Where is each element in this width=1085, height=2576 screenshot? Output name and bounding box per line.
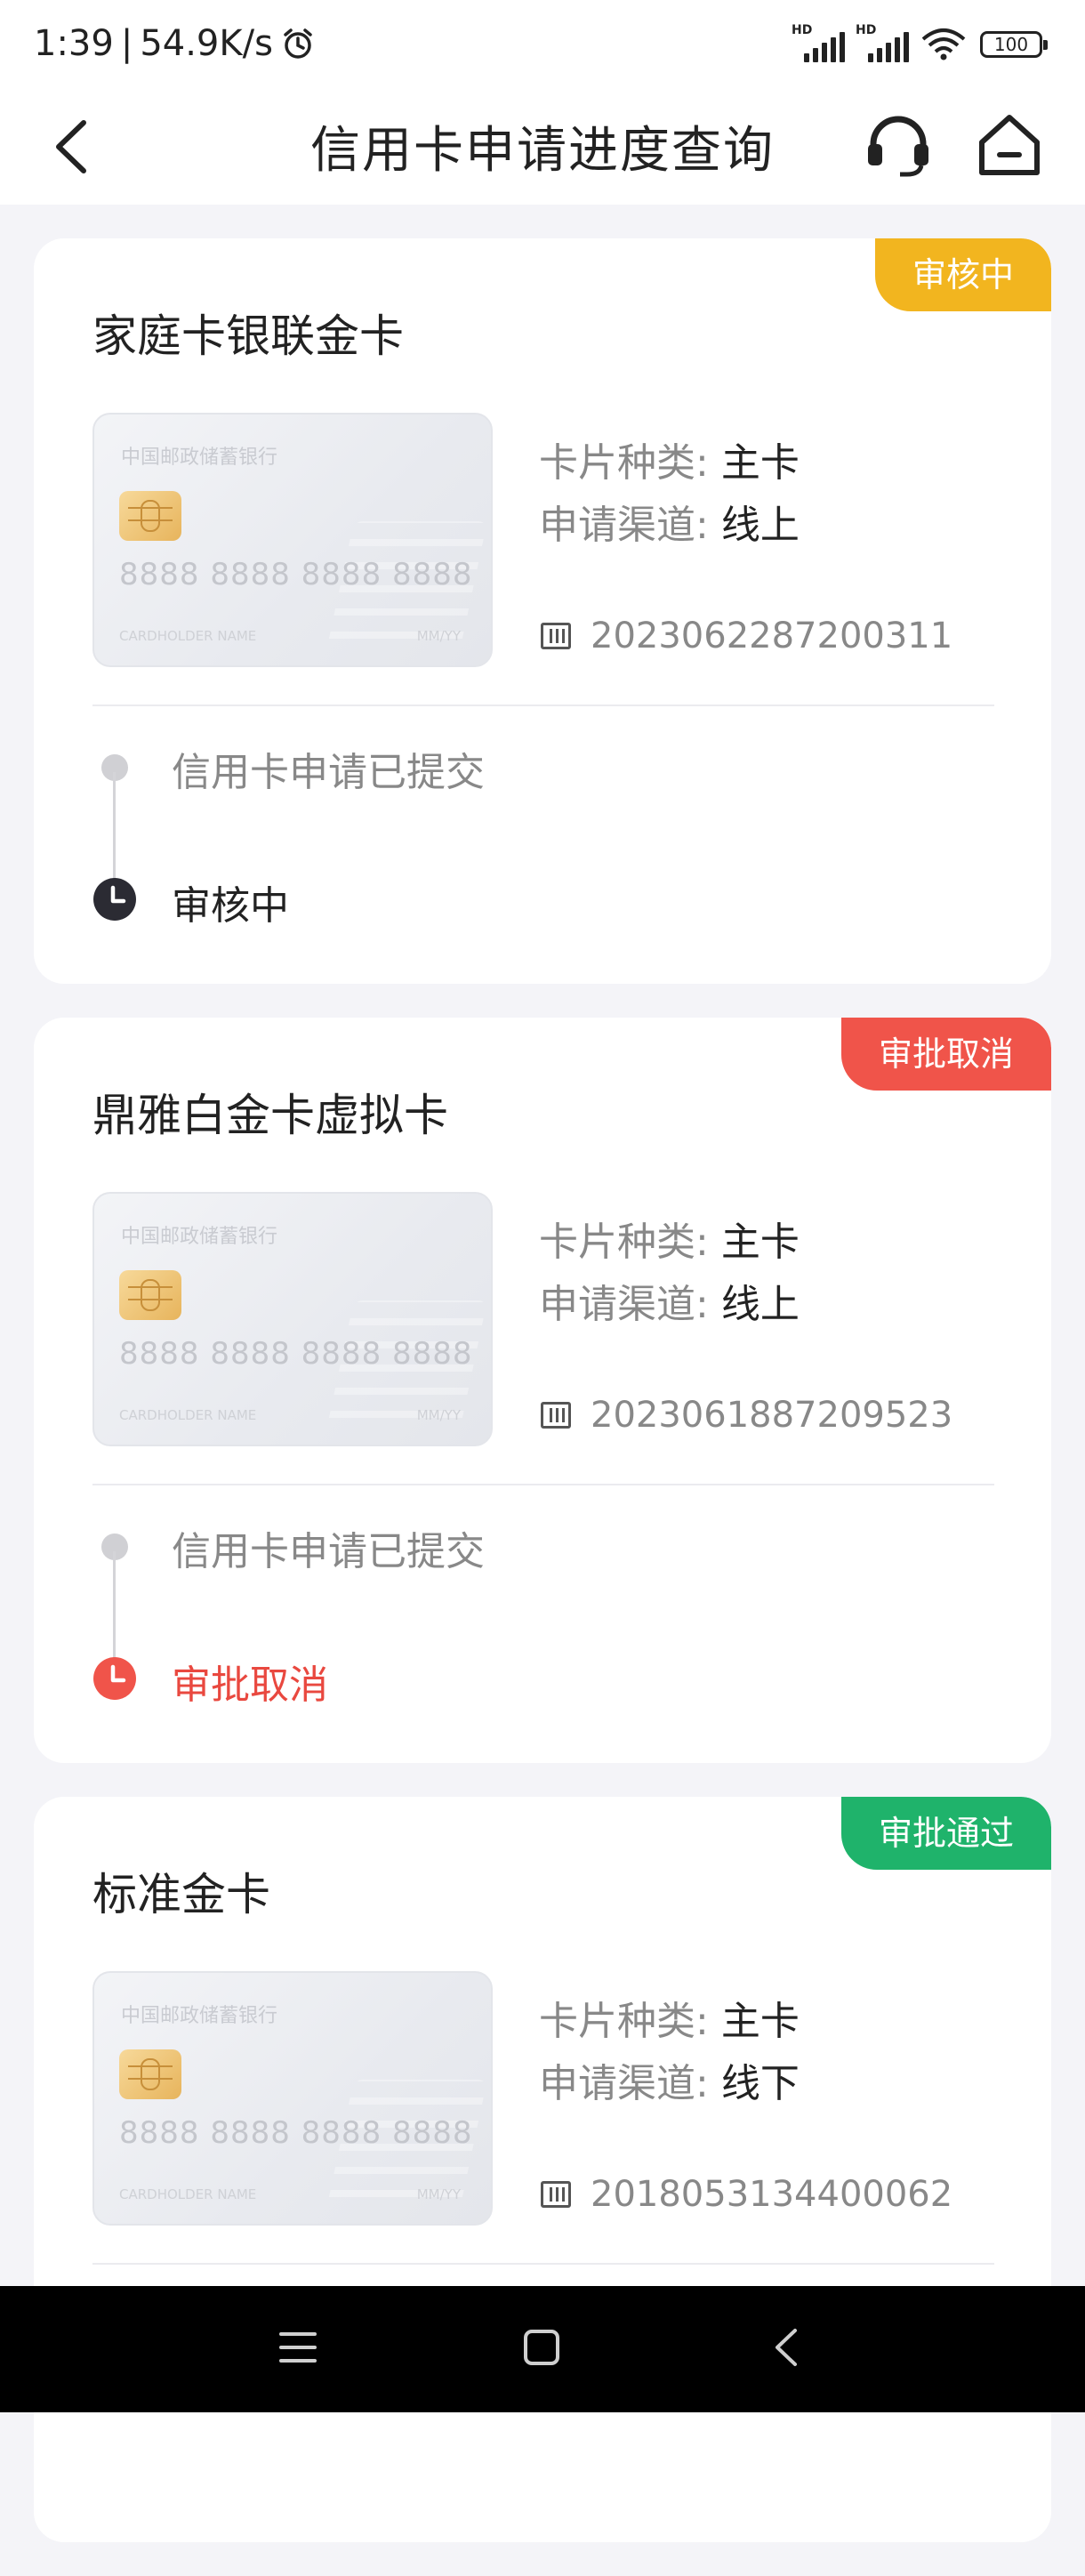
card-image: 中国邮政储蓄银行 8888 8888 8888 8888 CARDHOLDER … xyxy=(92,413,493,667)
card-product-name: 家庭卡银联金卡 xyxy=(92,310,404,362)
card-number: 8888 8888 8888 8888 xyxy=(119,2115,473,2151)
card-expiry: MM/YY xyxy=(416,1407,461,1423)
application-number: 2023061887209523 xyxy=(591,1395,953,1436)
channel-row: 申请渠道: 线上 xyxy=(539,493,800,550)
card-type-value: 主卡 xyxy=(720,1999,800,2044)
channel-row: 申请渠道: 线上 xyxy=(539,1272,800,1329)
clock-icon xyxy=(93,1657,136,1700)
chip-icon xyxy=(119,491,181,541)
battery-icon: 100 xyxy=(980,31,1048,58)
application-list: 审核中 家庭卡银联金卡 中国邮政储蓄银行 8888 8888 8888 8888… xyxy=(34,238,1051,2576)
timeline-step-current: 审批取消 xyxy=(172,1662,328,1708)
application-card[interactable]: 审批通过 标准金卡 中国邮政储蓄银行 8888 8888 8888 8888 C… xyxy=(34,1797,1051,2542)
signal-2-icon: HD xyxy=(856,23,909,62)
square-home-icon[interactable] xyxy=(519,2325,564,2370)
status-separator: | xyxy=(120,23,133,64)
channel-label: 申请渠道: xyxy=(539,503,709,548)
card-holder: CARDHOLDER NAME xyxy=(119,1407,257,1423)
card-type-row: 卡片种类: 主卡 xyxy=(539,1210,800,1267)
application-number-row: 2018053134400062 xyxy=(541,2174,952,2215)
alarm-icon xyxy=(284,28,312,59)
chip-icon xyxy=(119,1270,181,1320)
network-speed: 54.9K/s xyxy=(140,23,273,64)
status-bar: 1:39 | 54.9K/s HD HD 100 xyxy=(0,0,1085,89)
card-expiry: MM/YY xyxy=(416,628,461,644)
card-type-value: 主卡 xyxy=(720,1220,800,1265)
channel-label: 申请渠道: xyxy=(539,2061,709,2106)
status-badge: 审批取消 xyxy=(840,1018,1051,1091)
card-type-row: 卡片种类: 主卡 xyxy=(539,1989,800,2046)
card-holder: CARDHOLDER NAME xyxy=(119,2186,257,2202)
card-number: 8888 8888 8888 8888 xyxy=(119,557,473,592)
channel-value: 线下 xyxy=(720,2061,800,2106)
home-icon[interactable] xyxy=(973,109,1046,181)
status-badge: 审核中 xyxy=(874,238,1051,311)
card-holder: CARDHOLDER NAME xyxy=(119,628,257,644)
timeline-step-submitted: 信用卡申请已提交 xyxy=(172,750,485,795)
card-product-name: 标准金卡 xyxy=(92,1869,270,1920)
status-left: 1:39 | 54.9K/s xyxy=(34,23,316,64)
application-card[interactable]: 审核中 家庭卡银联金卡 中国邮政储蓄银行 8888 8888 8888 8888… xyxy=(34,238,1051,984)
channel-row: 申请渠道: 线下 xyxy=(539,2051,800,2108)
triangle-back-icon[interactable] xyxy=(765,2325,809,2370)
status-right: HD HD 100 xyxy=(792,23,1048,62)
divider xyxy=(92,704,994,706)
card-bank-name: 中国邮政储蓄银行 xyxy=(121,447,278,469)
application-card[interactable]: 审批取消 鼎雅白金卡虚拟卡 中国邮政储蓄银行 8888 8888 8888 88… xyxy=(34,1018,1051,1763)
headset-icon[interactable] xyxy=(863,110,934,181)
divider xyxy=(92,2263,994,2265)
barcode-icon xyxy=(541,2181,571,2208)
wifi-icon xyxy=(921,28,966,60)
card-image: 中国邮政储蓄银行 8888 8888 8888 8888 CARDHOLDER … xyxy=(92,1192,493,1446)
barcode-icon xyxy=(541,1402,571,1429)
divider xyxy=(92,1484,994,1485)
application-number-row: 2023062287200311 xyxy=(541,616,952,656)
card-bank-name: 中国邮政储蓄银行 xyxy=(121,2005,278,2027)
signal-1-icon: HD xyxy=(792,23,845,62)
card-type-label: 卡片种类: xyxy=(539,1999,709,2044)
card-type-row: 卡片种类: 主卡 xyxy=(539,431,800,487)
status-badge: 审批通过 xyxy=(840,1797,1051,1870)
card-type-label: 卡片种类: xyxy=(539,440,709,486)
application-number-row: 2023061887209523 xyxy=(541,1395,952,1436)
channel-value: 线上 xyxy=(720,503,800,548)
status-time: 1:39 xyxy=(34,23,114,64)
timeline-step-current: 审核中 xyxy=(172,883,289,929)
card-expiry: MM/YY xyxy=(416,2186,461,2202)
channel-label: 申请渠道: xyxy=(539,1282,709,1327)
card-number: 8888 8888 8888 8888 xyxy=(119,1336,473,1372)
application-number: 2023062287200311 xyxy=(591,616,953,656)
card-type-value: 主卡 xyxy=(720,440,800,486)
card-product-name: 鼎雅白金卡虚拟卡 xyxy=(92,1090,448,1141)
clock-icon xyxy=(93,878,136,921)
header-bar: 信用卡申请进度查询 xyxy=(0,89,1085,205)
chip-icon xyxy=(119,2049,181,2099)
card-type-label: 卡片种类: xyxy=(539,1220,709,1265)
channel-value: 线上 xyxy=(720,1282,800,1327)
menu-icon[interactable] xyxy=(276,2325,320,2370)
card-image: 中国邮政储蓄银行 8888 8888 8888 8888 CARDHOLDER … xyxy=(92,1971,493,2226)
card-bank-name: 中国邮政储蓄银行 xyxy=(121,1226,278,1248)
timeline-step-submitted: 信用卡申请已提交 xyxy=(172,1529,485,1574)
barcode-icon xyxy=(541,623,571,649)
system-nav-bar xyxy=(0,2286,1085,2412)
application-number: 2018053134400062 xyxy=(591,2174,953,2215)
